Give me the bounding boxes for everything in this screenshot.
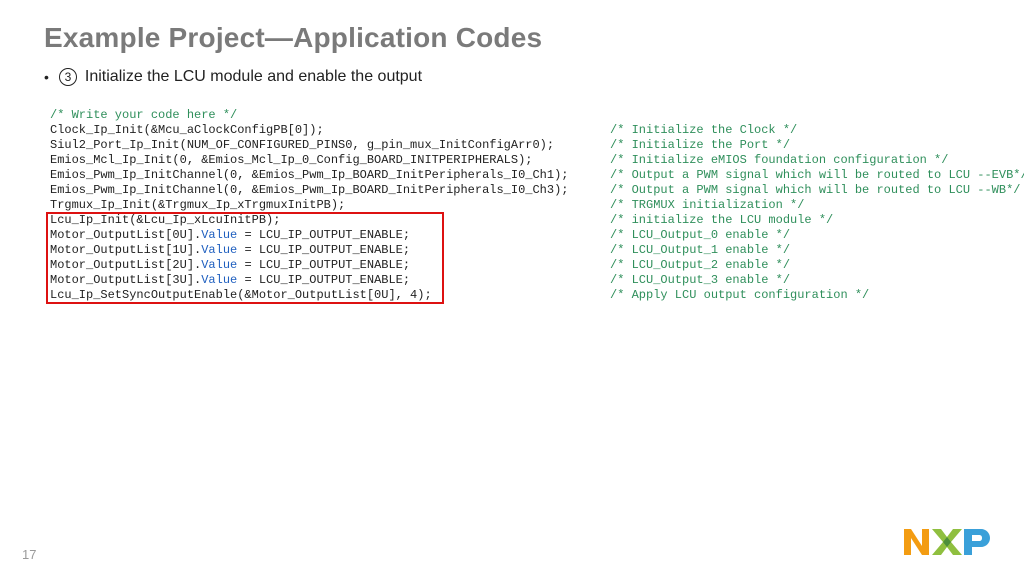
code-comment: /* initialize the LCU module */ xyxy=(610,213,833,228)
code-comment: /* Initialize the Port */ xyxy=(610,138,790,153)
step-text: Initialize the LCU module and enable the… xyxy=(85,68,422,86)
code-line: Emios_Pwm_Ip_InitChannel(0, &Emios_Pwm_I… xyxy=(50,168,980,183)
code-line: Lcu_Ip_Init(&Lcu_Ip_xLcuInitPB);/* initi… xyxy=(50,213,980,228)
code-line: Emios_Mcl_Ip_Init(0, &Emios_Mcl_Ip_0_Con… xyxy=(50,153,980,168)
code-line: /* Write your code here */ xyxy=(50,108,980,123)
code-text: Emios_Pwm_Ip_InitChannel(0, &Emios_Pwm_I… xyxy=(50,183,610,198)
nxp-logo-icon xyxy=(904,527,990,562)
code-comment: /* LCU_Output_2 enable */ xyxy=(610,258,790,273)
code-comment: /* Write your code here */ xyxy=(50,108,237,122)
code-line: Motor_OutputList[0U].Value = LCU_IP_OUTP… xyxy=(50,228,980,243)
code-text: Lcu_Ip_SetSyncOutputEnable(&Motor_Output… xyxy=(50,288,610,303)
code-text: Clock_Ip_Init(&Mcu_aClockConfigPB[0]); xyxy=(50,123,610,138)
code-comment: /* Initialize eMIOS foundation configura… xyxy=(610,153,948,168)
code-text: Motor_OutputList[2U].Value = LCU_IP_OUTP… xyxy=(50,258,610,273)
code-comment: /* Output a PWM signal which will be rou… xyxy=(610,168,1024,183)
code-comment: /* Apply LCU output configuration */ xyxy=(610,288,869,303)
code-text: Motor_OutputList[1U].Value = LCU_IP_OUTP… xyxy=(50,243,610,258)
code-line: Lcu_Ip_SetSyncOutputEnable(&Motor_Output… xyxy=(50,288,980,303)
code-comment: /* TRGMUX initialization */ xyxy=(610,198,804,213)
code-line: Motor_OutputList[2U].Value = LCU_IP_OUTP… xyxy=(50,258,980,273)
code-comment: /* Output a PWM signal which will be rou… xyxy=(610,183,1020,198)
code-text: Emios_Mcl_Ip_Init(0, &Emios_Mcl_Ip_0_Con… xyxy=(50,153,610,168)
step-number-icon: 3 xyxy=(59,68,77,86)
code-line: Siul2_Port_Ip_Init(NUM_OF_CONFIGURED_PIN… xyxy=(50,138,980,153)
code-comment: /* LCU_Output_0 enable */ xyxy=(610,228,790,243)
code-comment: /* LCU_Output_1 enable */ xyxy=(610,243,790,258)
code-text: Lcu_Ip_Init(&Lcu_Ip_xLcuInitPB); xyxy=(50,213,610,228)
code-block: /* Write your code here */Clock_Ip_Init(… xyxy=(50,108,980,303)
code-line: Emios_Pwm_Ip_InitChannel(0, &Emios_Pwm_I… xyxy=(50,183,980,198)
code-text: Motor_OutputList[3U].Value = LCU_IP_OUTP… xyxy=(50,273,610,288)
code-line: Clock_Ip_Init(&Mcu_aClockConfigPB[0]);/*… xyxy=(50,123,980,138)
code-line: Motor_OutputList[1U].Value = LCU_IP_OUTP… xyxy=(50,243,980,258)
code-line: Motor_OutputList[3U].Value = LCU_IP_OUTP… xyxy=(50,273,980,288)
page-number: 17 xyxy=(22,547,36,562)
code-comment: /* LCU_Output_3 enable */ xyxy=(610,273,790,288)
page-title: Example Project—Application Codes xyxy=(44,22,980,54)
code-text: Motor_OutputList[0U].Value = LCU_IP_OUTP… xyxy=(50,228,610,243)
code-text: Trgmux_Ip_Init(&Trgmux_Ip_xTrgmuxInitPB)… xyxy=(50,198,610,213)
step-bullet: • 3 Initialize the LCU module and enable… xyxy=(44,68,980,86)
code-text: Siul2_Port_Ip_Init(NUM_OF_CONFIGURED_PIN… xyxy=(50,138,610,153)
bullet-dot-icon: • xyxy=(44,69,49,85)
code-text: Emios_Pwm_Ip_InitChannel(0, &Emios_Pwm_I… xyxy=(50,168,610,183)
code-comment: /* Initialize the Clock */ xyxy=(610,123,797,138)
code-line: Trgmux_Ip_Init(&Trgmux_Ip_xTrgmuxInitPB)… xyxy=(50,198,980,213)
slide: Example Project—Application Codes • 3 In… xyxy=(0,0,1024,576)
